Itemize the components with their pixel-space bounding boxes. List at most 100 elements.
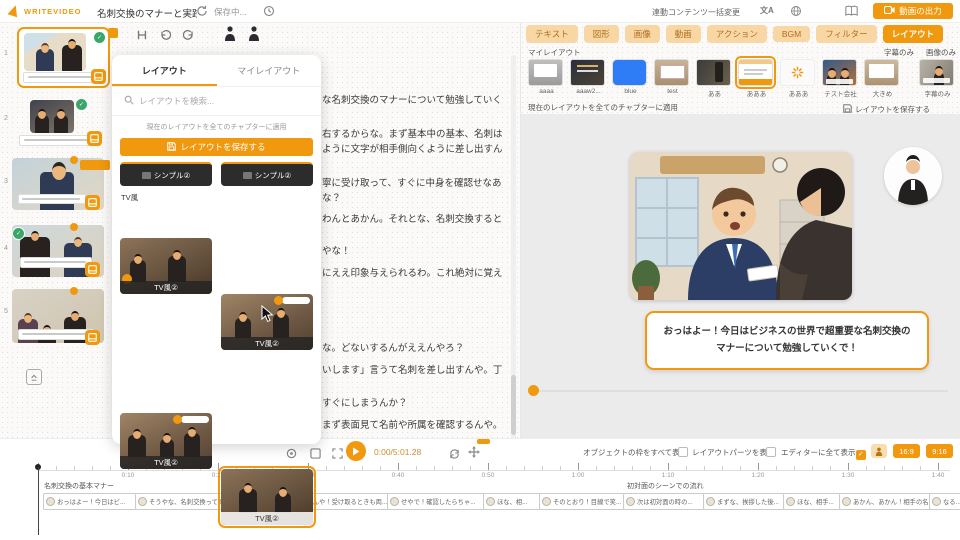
tab-text[interactable]: テキスト <box>526 25 578 43</box>
tab-video[interactable]: 動画 <box>666 25 701 43</box>
tab-layout[interactable]: レイアウト <box>112 55 217 86</box>
layout-item-selected[interactable]: あああ <box>738 59 775 98</box>
script-line[interactable]: な。どないするんがええんやろ？ <box>322 340 464 354</box>
layout-thumb-simple-1[interactable]: シンプル② <box>120 162 212 186</box>
loop-icon[interactable] <box>448 446 461 464</box>
script-line[interactable]: ように文字が相手側向くように差し出すん <box>322 141 503 155</box>
translate-badge-icon[interactable]: ✓ <box>93 31 106 44</box>
history-clock-icon[interactable] <box>263 4 275 22</box>
script-line[interactable]: やな！ <box>322 243 351 257</box>
save-layout-button[interactable]: レイアウトを保存する <box>120 138 313 156</box>
export-video-button[interactable]: 動画の出力 <box>873 3 953 19</box>
editor-scrollbar[interactable] <box>511 55 516 443</box>
document-title[interactable]: 名刺交換のマナーと実践 <box>97 6 197 20</box>
script-line[interactable]: すぐにしまうんか？ <box>322 395 408 409</box>
timeline-clip[interactable]: ほな、相手... <box>783 493 841 510</box>
translate-icon[interactable]: 文A <box>760 5 774 16</box>
translate-badge-icon[interactable]: ✓ <box>12 227 25 240</box>
chapter-1-title[interactable]: 名刺交換の基本マナー <box>44 481 114 491</box>
layout-search-input[interactable]: レイアウトを検索... <box>112 87 321 116</box>
frame-icon[interactable] <box>310 446 321 464</box>
show-object-frames-checkbox[interactable] <box>678 447 688 457</box>
translate-badge-icon[interactable]: ✓ <box>75 98 88 111</box>
chapter-2-title[interactable]: 初対面のシーンでの流れ <box>627 481 704 491</box>
tab-shape[interactable]: 図形 <box>584 25 619 43</box>
timeline-clip[interactable]: おっはよー！今日はビ... <box>43 493 137 510</box>
timeline[interactable]: 0:10 0:20 0:30 0:40 0:50 1:00 1:10 1:20 … <box>0 462 960 540</box>
panel-handle-icon[interactable] <box>108 28 118 38</box>
timeline-clip[interactable]: あかん、あかん！相手の名... <box>839 493 931 510</box>
script-line[interactable]: 右するからな。まず基本中の基本、名刺は <box>322 126 503 140</box>
layout-item[interactable]: aaaa <box>528 59 565 95</box>
chapter-5-layout-button[interactable] <box>85 330 100 345</box>
portrait-preview-button[interactable] <box>871 444 887 458</box>
fullscreen-icon[interactable] <box>332 446 343 464</box>
layout-item[interactable]: test <box>654 59 691 95</box>
undo-icon[interactable] <box>159 28 172 41</box>
timeline-clip[interactable]: なる... <box>929 493 960 510</box>
script-line[interactable]: な名刺交換のマナーについて勉強していく <box>322 92 502 106</box>
script-line[interactable]: わんとあかん。それとな、名刺交換すると <box>322 211 502 225</box>
bulk-content-change-label[interactable]: 連動コンテンツ一括変更 <box>652 7 740 18</box>
show-all-in-editor-checkbox[interactable] <box>856 450 866 460</box>
redo-icon[interactable] <box>183 28 196 41</box>
preview-caption-box[interactable]: おっはよー！今日はビジネスの世界で超重要な名刺交換のマナーについて勉強していくで… <box>645 311 929 370</box>
script-line[interactable]: 寧に受け取って、すぐに中身を確認せなあ <box>322 175 502 189</box>
ratio-9-16-button[interactable]: 9:16 <box>926 444 953 458</box>
settings-icon[interactable] <box>286 446 297 464</box>
preview-seek-handle[interactable] <box>528 385 539 396</box>
refresh-icon[interactable] <box>196 4 208 22</box>
tab-my-layout[interactable]: マイレイアウト <box>217 55 322 86</box>
chapter-item-4[interactable]: ✓ <box>12 223 106 279</box>
presenter-avatar[interactable] <box>884 147 942 205</box>
timeline-clip[interactable]: 次は初対面の時の... <box>623 493 705 510</box>
tab-layout-active[interactable]: レイアウト <box>883 25 944 43</box>
tab-image[interactable]: 画像 <box>625 25 660 43</box>
chapter-3-layout-button[interactable] <box>85 195 100 210</box>
script-line[interactable]: いします」言うて名刺を差し出すんや。丁 <box>322 362 502 376</box>
layout-item[interactable]: テスト会社 <box>822 59 859 98</box>
timeline-clip[interactable]: ほな、相... <box>483 493 541 510</box>
layout-thumb-tv-3[interactable]: TV風② <box>120 413 212 469</box>
playhead-line[interactable] <box>38 467 39 535</box>
script-line[interactable]: まず表面見て名前や所属を確認するんや。 <box>322 417 502 431</box>
ratio-16-9-button[interactable]: 16:9 <box>893 444 920 458</box>
layout-thumb-simple-2[interactable]: シンプル② <box>221 162 313 186</box>
timeline-clip[interactable]: まずな、挨拶した後... <box>703 493 785 510</box>
preview-seek-track[interactable] <box>533 390 948 392</box>
layout-item[interactable]: 大きめ <box>864 59 901 98</box>
chapter-item-1[interactable]: ✓ <box>17 27 110 88</box>
chapter-2-layout-button[interactable] <box>87 131 102 146</box>
layout-thumb-tv-1[interactable]: TV風② <box>120 238 212 294</box>
chapter-marker[interactable] <box>477 439 490 444</box>
layout-item-loading[interactable]: あああ <box>780 59 817 98</box>
script-line[interactable]: にええ印象与えられるわ。これ絶対に覚え <box>322 265 503 279</box>
tab-bgm[interactable]: BGM <box>773 26 810 42</box>
script-line[interactable]: な？ <box>322 190 341 204</box>
layout-item[interactable]: blue <box>612 59 649 95</box>
character-2-icon[interactable] <box>248 26 260 46</box>
chapter-item-3[interactable] <box>12 156 106 212</box>
tab-action[interactable]: アクション <box>707 25 767 43</box>
layout-item[interactable]: ああ <box>696 59 733 98</box>
timeline-clip[interactable]: せやで！確認したらちゃ... <box>387 493 485 510</box>
chapter-item-2[interactable]: ✓ <box>17 98 106 146</box>
apply-all-chapters-link-right[interactable]: 現在のレイアウトを全てのチャプターに適用 <box>528 102 678 113</box>
chapter-1-layout-button[interactable] <box>91 69 106 84</box>
play-button[interactable] <box>346 441 366 461</box>
move-icon[interactable] <box>468 445 480 463</box>
preview-video-frame[interactable] <box>630 152 852 300</box>
heading-tool-icon[interactable] <box>136 28 149 41</box>
layout-item[interactable]: aaaw2... <box>570 59 607 95</box>
chapter-item-5[interactable] <box>12 287 106 345</box>
character-1-icon[interactable] <box>224 26 236 46</box>
apply-all-chapters-link[interactable]: 現在のレイアウトを全てのチャプターに適用 <box>112 122 321 132</box>
layout-thumb-tv-4-selected[interactable]: TV風② <box>221 469 313 525</box>
layout-item-subtitle-only[interactable]: 字幕のみ <box>919 59 956 98</box>
chapter-4-layout-button[interactable] <box>85 262 100 277</box>
timeline-clip[interactable]: そのとおり！目線で笑... <box>539 493 625 510</box>
tab-filter[interactable]: フィルター <box>816 25 876 43</box>
guide-book-icon[interactable] <box>845 4 858 22</box>
globe-icon[interactable] <box>790 4 802 22</box>
collapse-sidebar-button[interactable] <box>26 369 42 385</box>
